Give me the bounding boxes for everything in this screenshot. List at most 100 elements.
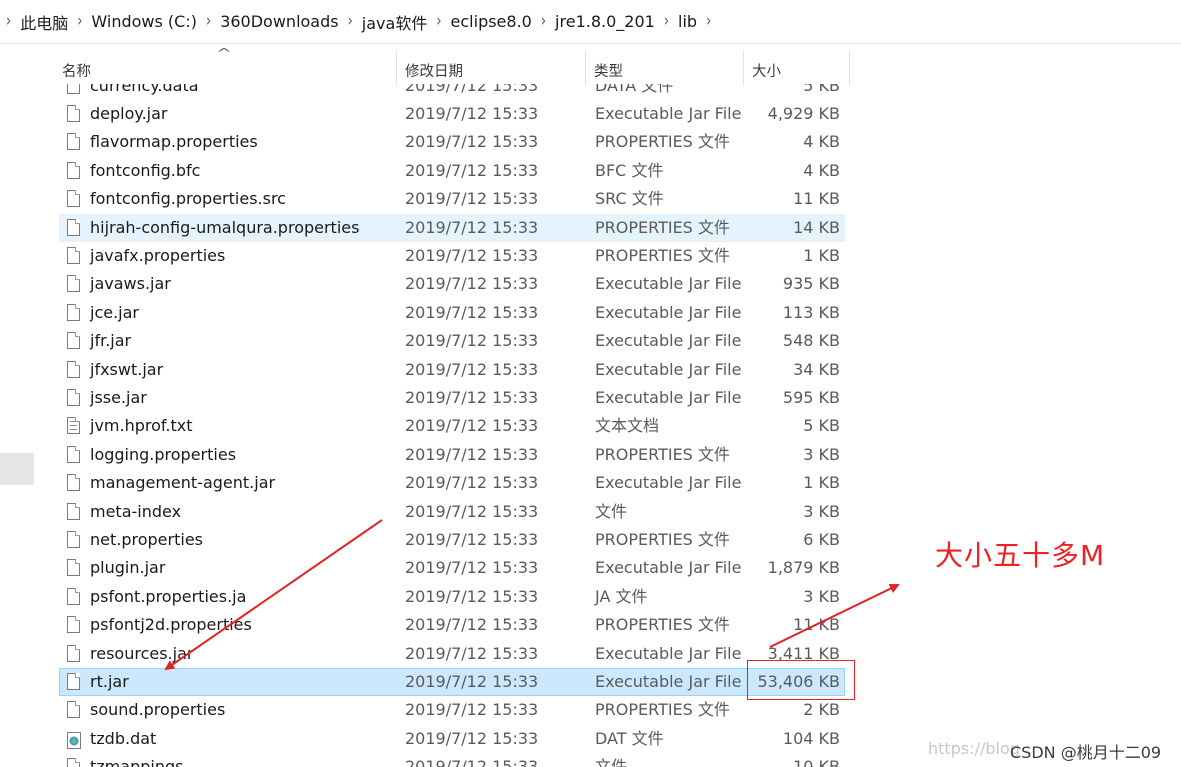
column-divider[interactable] bbox=[585, 50, 586, 86]
file-row[interactable]: rt.jar 2019/7/12 15:33 Executable Jar File… bbox=[0, 668, 1181, 696]
file-name: resources.jar bbox=[90, 643, 194, 663]
file-row[interactable]: deploy.jar 2019/7/12 15:33 Executable Jar … bbox=[0, 100, 1181, 128]
file-type: 文件 bbox=[595, 501, 628, 521]
file-type: JA 文件 bbox=[595, 586, 648, 606]
file-type: PROPERTIES 文件 bbox=[595, 246, 730, 265]
file-type: Executable Jar File bbox=[595, 331, 742, 351]
file-row[interactable]: currency.data 2019/7/12 15:33 DATA 文件 5 KB bbox=[0, 84, 1181, 100]
file-row[interactable]: meta-index 2019/7/12 15:33 文件 3 KB bbox=[0, 498, 1181, 526]
file-size: 6 KB bbox=[803, 530, 840, 549]
chevron-right-icon[interactable]: › bbox=[706, 12, 711, 32]
file-type: DATA 文件 bbox=[595, 84, 674, 95]
file-date: 2019/7/12 15:33 bbox=[405, 359, 539, 379]
file-size: 14 KB bbox=[793, 217, 840, 237]
column-divider[interactable] bbox=[743, 50, 744, 86]
breadcrumb-item[interactable]: 此电脑 bbox=[20, 10, 68, 34]
file-row[interactable]: resources.jar 2019/7/12 15:33 Executable J… bbox=[0, 640, 1181, 668]
file-size: 34 KB bbox=[793, 359, 840, 379]
file-date: 2019/7/12 15:33 bbox=[405, 274, 539, 294]
file-icon bbox=[67, 190, 80, 208]
file-type: Executable Jar File bbox=[595, 104, 742, 123]
file-date: 2019/7/12 15:33 bbox=[405, 189, 539, 209]
file-name: fontconfig.bfc bbox=[90, 160, 201, 180]
file-icon bbox=[67, 587, 80, 605]
file-type: Executable Jar File bbox=[595, 473, 742, 493]
file-name: currency.data bbox=[90, 84, 199, 95]
file-date: 2019/7/12 15:33 bbox=[405, 217, 539, 237]
file-size: 548 KB bbox=[782, 331, 840, 351]
file-row[interactable]: jsse.jar 2019/7/12 15:33 Executable Jar Fi… bbox=[0, 384, 1181, 412]
file-name: jfxswt.jar bbox=[90, 359, 164, 379]
file-icon bbox=[67, 445, 80, 463]
chevron-right-icon[interactable]: › bbox=[77, 12, 82, 32]
file-type: Executable Jar File bbox=[595, 643, 742, 663]
file-row[interactable]: jfxswt.jar 2019/7/12 15:33 Executable Jar … bbox=[0, 356, 1181, 384]
file-icon bbox=[67, 84, 80, 94]
annotation-highlight-box bbox=[747, 660, 855, 700]
text-file-icon bbox=[67, 417, 80, 435]
file-size: 3 KB bbox=[803, 444, 840, 464]
file-row[interactable]: psfont.properties.ja 2019/7/12 15:33 JA 文件… bbox=[0, 583, 1181, 611]
column-header-row: ^ 名称 修改日期 类型 大小 bbox=[44, 44, 850, 86]
chevron-right-icon[interactable]: › bbox=[436, 12, 441, 32]
file-name: jvm.hprof.txt bbox=[90, 416, 193, 436]
breadcrumb-item[interactable]: 360Downloads bbox=[220, 12, 338, 31]
file-date: 2019/7/12 15:33 bbox=[405, 530, 539, 549]
file-row[interactable]: hijrah-config-umalqura.properties 2019/7/… bbox=[0, 213, 1181, 242]
file-row[interactable]: logging.properties 2019/7/12 15:33 PROPERT… bbox=[0, 441, 1181, 469]
chevron-right-icon[interactable]: › bbox=[6, 12, 11, 32]
chevron-right-icon[interactable]: › bbox=[541, 12, 546, 32]
file-type: PROPERTIES 文件 bbox=[595, 217, 730, 237]
breadcrumb-item[interactable]: jre1.8.0_201 bbox=[555, 12, 655, 31]
file-name: rt.jar bbox=[90, 672, 129, 691]
chevron-right-icon[interactable]: › bbox=[664, 12, 669, 32]
file-size: 113 KB bbox=[782, 302, 840, 322]
file-row[interactable]: jfr.jar 2019/7/12 15:33 Executable Jar Fil… bbox=[0, 327, 1181, 355]
file-name: logging.properties bbox=[90, 444, 237, 464]
file-size: 4 KB bbox=[803, 132, 840, 152]
file-row[interactable]: javaws.jar 2019/7/12 15:33 Executable Jar … bbox=[0, 270, 1181, 298]
breadcrumb-item[interactable]: lib bbox=[678, 12, 697, 31]
file-icon bbox=[67, 531, 80, 548]
file-row[interactable]: jce.jar 2019/7/12 15:33 Executable Jar Fil… bbox=[0, 299, 1181, 327]
column-header-type[interactable]: 类型 bbox=[594, 60, 623, 81]
file-name: jce.jar bbox=[90, 302, 139, 322]
file-row[interactable]: fontconfig.properties.src 2019/7/12 15:33… bbox=[0, 185, 1181, 213]
file-date: 2019/7/12 15:33 bbox=[405, 757, 539, 767]
file-row[interactable]: fontconfig.bfc 2019/7/12 15:33 BFC 文件 4 KB bbox=[0, 157, 1181, 185]
file-date: 2019/7/12 15:33 bbox=[405, 700, 539, 720]
chevron-right-icon[interactable]: › bbox=[206, 12, 211, 32]
file-size: 1 KB bbox=[803, 246, 840, 265]
file-list: currency.data 2019/7/12 15:33 DATA 文件 5 KB d… bbox=[0, 84, 1181, 767]
file-row[interactable]: sound.properties 2019/7/12 15:33 PROPERTIE… bbox=[0, 696, 1181, 724]
file-icon bbox=[67, 247, 80, 264]
breadcrumb-item[interactable]: eclipse8.0 bbox=[451, 12, 532, 31]
column-divider[interactable] bbox=[849, 50, 850, 86]
file-row[interactable]: javafx.properties 2019/7/12 15:33 PROPERTI… bbox=[0, 242, 1181, 270]
breadcrumb-item[interactable]: java软件 bbox=[362, 10, 428, 34]
breadcrumb-item[interactable]: Windows (C:) bbox=[91, 12, 197, 31]
file-date: 2019/7/12 15:33 bbox=[405, 586, 539, 606]
file-type: PROPERTIES 文件 bbox=[595, 132, 730, 152]
file-date: 2019/7/12 15:33 bbox=[405, 84, 539, 95]
file-icon bbox=[67, 559, 80, 577]
file-row[interactable]: flavormap.properties 2019/7/12 15:33 PROPE… bbox=[0, 128, 1181, 156]
file-date: 2019/7/12 15:33 bbox=[405, 473, 539, 493]
chevron-right-icon[interactable]: › bbox=[348, 12, 353, 32]
column-header-date[interactable]: 修改日期 bbox=[405, 60, 463, 81]
file-row[interactable]: management-agent.jar 2019/7/12 15:33 Execu… bbox=[0, 469, 1181, 497]
sort-ascending-icon: ^ bbox=[215, 46, 233, 60]
file-icon bbox=[67, 360, 80, 378]
file-row[interactable]: jvm.hprof.txt 2019/7/12 15:33 文本文档 5 KB bbox=[0, 412, 1181, 440]
file-size: 3 KB bbox=[803, 586, 840, 606]
file-size: 11 KB bbox=[793, 615, 840, 635]
file-row[interactable]: psfontj2d.properties 2019/7/12 15:33 PROPE… bbox=[0, 611, 1181, 639]
column-header-name[interactable]: 名称 bbox=[62, 60, 91, 81]
file-date: 2019/7/12 15:33 bbox=[405, 643, 539, 663]
file-date: 2019/7/12 15:33 bbox=[405, 416, 539, 436]
file-date: 2019/7/12 15:33 bbox=[405, 302, 539, 322]
file-name: javafx.properties bbox=[90, 246, 226, 265]
column-header-size[interactable]: 大小 bbox=[752, 60, 781, 81]
file-icon bbox=[67, 218, 80, 236]
column-divider[interactable] bbox=[396, 50, 397, 86]
